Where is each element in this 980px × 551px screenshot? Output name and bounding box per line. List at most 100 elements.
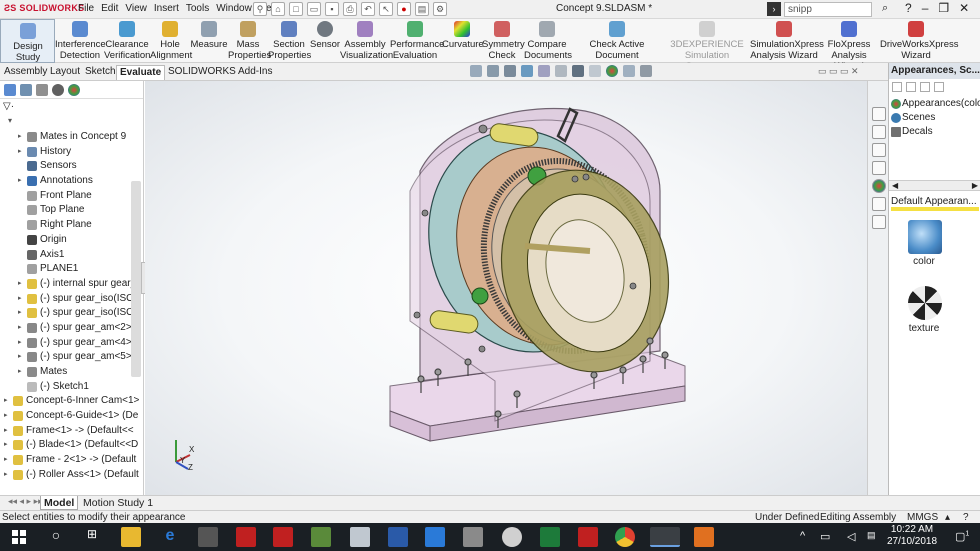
tree-item[interactable]: ▸ (-) spur gear_am<5> ( [0, 350, 143, 365]
tree-item[interactable]: ▸ (-) spur gear_iso(ISO - [0, 306, 143, 321]
measure-button[interactable]: Measure [190, 21, 228, 50]
interference-detection-button[interactable]: Interference Detection [55, 21, 106, 61]
solidworks-taskbar-icon-1[interactable] [236, 527, 256, 547]
snipping-tool-icon[interactable] [463, 527, 483, 547]
file-properties-icon[interactable]: ▤ [415, 2, 429, 16]
simulationxpress-button[interactable]: SimulationXpress Analysis Wizard [750, 21, 824, 61]
tree-item[interactable]: ▸ (-) Blade<1> (Default<<D [0, 438, 143, 453]
graphics-area[interactable] [145, 81, 867, 495]
search-input[interactable] [784, 2, 872, 17]
expand-arrow-icon[interactable]: ▸ [18, 130, 22, 145]
scroll-right-icon[interactable]: ▶ [972, 181, 978, 190]
curvature-button[interactable]: Curvature [442, 21, 484, 50]
menu-view[interactable]: View [125, 3, 147, 14]
solidworks-forum-icon[interactable] [872, 215, 886, 229]
expand-arrow-icon[interactable]: ▸ [4, 438, 8, 453]
driveworksxpress-button[interactable]: DriveWorksXpress Wizard [880, 21, 958, 61]
save-icon[interactable]: ▪ [325, 2, 339, 16]
zoom-to-fit-icon[interactable] [470, 65, 482, 77]
search-icon[interactable]: ⌕ [882, 2, 888, 15]
pin-icon[interactable]: ⚲ [253, 2, 267, 16]
expand-arrow-icon[interactable]: ▸ [4, 409, 8, 424]
tab-sketch[interactable]: Sketch [82, 65, 119, 80]
tree-item[interactable]: ▸ (-) internal spur gear_is [0, 277, 143, 292]
menu-tools[interactable]: Tools [186, 3, 209, 14]
view-orientation-icon[interactable] [555, 65, 567, 77]
acrobat-icon[interactable] [578, 527, 598, 547]
expand-arrow-icon[interactable]: ▸ [18, 174, 22, 189]
windows-start-icon[interactable] [9, 527, 29, 547]
command-search-icon[interactable]: › [767, 2, 781, 16]
search-taskbar-icon[interactable]: ○ [46, 527, 66, 547]
tab-layout[interactable]: Layout [47, 65, 83, 80]
tree-item[interactable]: Right Plane [0, 218, 143, 233]
expand-arrow-icon[interactable]: ▸ [4, 468, 8, 483]
file-explorer-taskbar-icon[interactable] [121, 527, 141, 547]
tab-scroll-icons[interactable]: ◂◂ ◂ ▸ ▸▸ [8, 496, 43, 507]
system-clock[interactable]: 10:22 AM 27/10/2018 [887, 524, 937, 548]
volume-icon[interactable]: ◁ [847, 530, 855, 543]
sensor-button[interactable]: Sensor [310, 21, 340, 50]
notes-taskbar-icon[interactable] [350, 527, 370, 547]
rebuild-icon[interactable]: ● [397, 2, 411, 16]
expand-arrow-icon[interactable]: ▸ [18, 292, 22, 307]
symmetry-check-button[interactable]: Symmetry Check [482, 21, 525, 61]
options-icon[interactable]: ⚙ [433, 2, 447, 16]
minimize-icon[interactable]: – [922, 1, 929, 15]
expand-arrow-icon[interactable]: ▸ [4, 424, 8, 439]
store-icon[interactable] [198, 527, 218, 547]
tab-evaluate[interactable]: Evaluate [116, 65, 166, 80]
file-explorer-icon[interactable] [872, 143, 886, 157]
solidworks-resources-icon[interactable] [872, 107, 886, 121]
dynamic-annotation-icon[interactable] [538, 65, 550, 77]
tree-collapse-icon[interactable]: ▾ [8, 116, 12, 125]
solidworks-taskbar-icon-2[interactable] [273, 527, 293, 547]
tab-assembly[interactable]: Assembly [1, 65, 50, 80]
expand-arrow-icon[interactable]: ▸ [18, 336, 22, 351]
word-icon[interactable] [388, 527, 408, 547]
new-document-icon[interactable]: □ [289, 2, 303, 16]
design-library-icon[interactable] [872, 125, 886, 139]
network-icon[interactable]: ▭ [820, 530, 830, 543]
tree-item[interactable]: ▸ History [0, 145, 143, 160]
filter-icon[interactable]: ▽· [3, 101, 14, 112]
tree-item[interactable]: ▸ (-) spur gear_am<2> ( [0, 321, 143, 336]
undo-icon[interactable]: ↶ [361, 2, 375, 16]
section-view-icon[interactable] [521, 65, 533, 77]
select-icon[interactable]: ↖ [379, 2, 393, 16]
mass-properties-button[interactable]: Mass Properties [228, 21, 271, 61]
restore-icon[interactable]: ❐ [938, 1, 949, 15]
expand-arrow-icon[interactable]: ▸ [18, 277, 22, 292]
tree-item[interactable]: ▸ Mates in Concept 9 [0, 130, 143, 145]
app-orange-icon[interactable] [694, 527, 714, 547]
dropbox-icon[interactable] [425, 527, 445, 547]
home-icon[interactable]: ⌂ [271, 2, 285, 16]
apply-scene-icon[interactable] [623, 65, 635, 77]
expand-arrow-icon[interactable]: ▸ [18, 321, 22, 336]
menu-insert[interactable]: Insert [154, 3, 179, 14]
tab-motion-study-1[interactable]: Motion Study 1 [80, 496, 156, 510]
section-properties-button[interactable]: Section Properties [268, 21, 311, 61]
display-style-icon[interactable] [572, 65, 584, 77]
hole-alignment-button[interactable]: Hole Alignment [150, 21, 192, 61]
tree-item[interactable]: ▸ Annotations [0, 174, 143, 189]
view-settings-icon[interactable] [640, 65, 652, 77]
forward-icon[interactable] [906, 82, 916, 92]
expand-arrow-icon[interactable]: ▸ [18, 365, 22, 380]
tree-item[interactable]: Origin [0, 233, 143, 248]
feature-tree-tab-icon[interactable] [4, 84, 16, 96]
tray-overflow-icon[interactable]: ^ [800, 530, 805, 542]
tree-item[interactable]: ▸ (-) spur gear_iso(ISO - [0, 292, 143, 307]
app-taskbar-icon[interactable] [311, 527, 331, 547]
tree-item[interactable]: ▸ Concept-6-Inner Cam<1> [0, 394, 143, 409]
add-to-favorites-icon[interactable] [934, 82, 944, 92]
tree-item[interactable]: PLANE1 [0, 262, 143, 277]
view-palette-icon[interactable] [872, 161, 886, 175]
tree-item[interactable]: ▸ Frame<1> -> (Default<< [0, 424, 143, 439]
pane-item-scenes[interactable]: Scenes [890, 111, 980, 125]
hide-show-items-icon[interactable] [589, 65, 601, 77]
check-active-document-button[interactable]: Check Active Document [570, 21, 664, 61]
tree-item[interactable]: Sensors [0, 159, 143, 174]
tree-item[interactable]: ▸ Frame - 2<1> -> (Default [0, 453, 143, 468]
print-icon[interactable]: ⎙ [343, 2, 357, 16]
